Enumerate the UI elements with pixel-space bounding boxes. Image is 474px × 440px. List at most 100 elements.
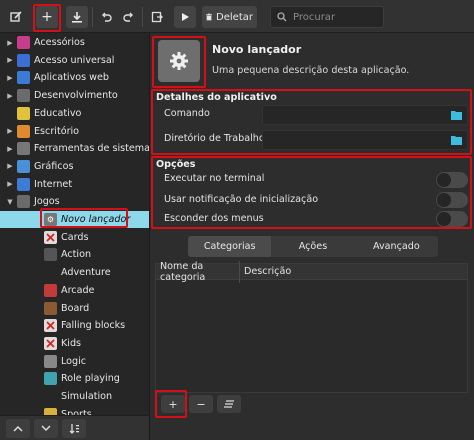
column-header-name[interactable]: Nome da categoria — [156, 260, 240, 283]
trash-icon — [206, 13, 213, 21]
sidebar-item-label: Logic — [61, 355, 87, 367]
sidebar-item-label: Desenvolvimento — [34, 90, 118, 102]
folder-icon[interactable] — [451, 135, 462, 145]
workdir-input[interactable] — [263, 131, 443, 149]
move-up-button[interactable] — [6, 419, 30, 438]
empty-icon — [44, 266, 57, 279]
games-icon — [17, 195, 30, 209]
tab-actions[interactable]: Ações — [271, 236, 354, 257]
sidebar-item[interactable]: Board — [0, 300, 149, 317]
sidebar-item[interactable]: Adventure — [0, 264, 149, 281]
column-header-description[interactable]: Descrição — [240, 266, 291, 277]
move-down-button[interactable] — [34, 419, 58, 438]
sidebar-item-label: Educativo — [34, 107, 82, 119]
toggle-terminal[interactable] — [436, 172, 468, 188]
sidebar-item[interactable]: Logic — [0, 353, 149, 370]
chevron-up-icon — [13, 425, 23, 432]
expander-down-icon[interactable]: ▼ — [6, 198, 14, 206]
sidebar-item[interactable]: Kids — [0, 335, 149, 352]
sidebar-item[interactable]: ▶ Gráficos — [0, 158, 149, 175]
delete-label: Deletar — [216, 11, 253, 23]
sidebar-item-label: Internet — [34, 178, 73, 190]
undo-icon[interactable] — [96, 6, 116, 28]
sidebar-item[interactable]: Arcade — [0, 282, 149, 299]
category-tree[interactable]: ▶ Acessórios ▶ Acesso universal ▶ Aplicativos… — [0, 33, 150, 415]
command-label: Comando — [164, 108, 210, 119]
sidebar-item[interactable]: ▶ Desenvolvimento — [0, 87, 149, 104]
remove-category-button[interactable]: − — [189, 395, 213, 413]
sidebar-item[interactable]: ▶ Escritório — [0, 123, 149, 140]
launcher-icon-button[interactable] — [158, 40, 200, 82]
add-category-button[interactable]: + — [161, 395, 185, 413]
options-section-title: Opções — [156, 159, 196, 170]
edit-icon[interactable] — [6, 6, 26, 28]
gear-icon: ⚙ — [44, 213, 57, 226]
delete-button[interactable]: Deletar — [202, 6, 257, 28]
workdir-field[interactable] — [262, 130, 468, 150]
sidebar-item[interactable]: ▼ Jogos — [0, 193, 149, 210]
sidebar-item[interactable]: Falling blocks — [0, 317, 149, 334]
gear-icon — [170, 52, 188, 70]
launcher-description[interactable]: Uma pequena descrição desta aplicação. — [212, 65, 409, 76]
search-box[interactable] — [270, 6, 384, 28]
expander-right-icon[interactable]: ▶ — [6, 127, 14, 135]
tab-advanced[interactable]: Avançado — [355, 236, 438, 257]
falling-blocks-icon — [44, 319, 57, 333]
categories-table[interactable]: Nome da categoria Descrição — [155, 260, 468, 393]
sidebar-item[interactable]: ▶ Acessórios — [0, 34, 149, 51]
graphics-icon — [17, 159, 30, 173]
folder-icon[interactable] — [451, 110, 462, 120]
expander-right-icon[interactable]: ▶ — [6, 145, 14, 153]
sidebar-item-label: Action — [61, 249, 92, 261]
toolbar-separator — [92, 7, 93, 27]
revert-icon[interactable] — [147, 6, 167, 28]
sidebar-item[interactable]: Action — [0, 246, 149, 263]
sidebar-item[interactable]: Role playing — [0, 370, 149, 387]
sidebar-item-label: Aplicativos web — [34, 72, 109, 84]
kids-icon — [44, 336, 57, 350]
table-header: Nome da categoria Descrição — [156, 260, 467, 283]
internet-icon — [17, 177, 30, 191]
sidebar-item[interactable]: Cards — [0, 229, 149, 246]
sidebar-item-label: Adventure — [61, 267, 111, 279]
toggle-hide-menus[interactable] — [436, 211, 468, 227]
toolbar-separator — [142, 7, 143, 27]
system-tools-icon — [16, 142, 30, 156]
sidebar-item[interactable]: Educativo — [0, 105, 149, 122]
sidebar-item[interactable]: ⚙ Novo lançador — [0, 211, 149, 228]
clear-icon — [224, 400, 234, 408]
expander-right-icon[interactable]: ▶ — [6, 162, 14, 170]
sidebar-item[interactable]: ▶ Internet — [0, 176, 149, 193]
command-field[interactable] — [262, 105, 468, 125]
expander-right-icon[interactable]: ▶ — [6, 74, 14, 82]
search-input[interactable] — [293, 11, 373, 23]
office-icon — [17, 124, 30, 138]
sidebar-item[interactable]: Sports — [0, 406, 149, 415]
tab-categories[interactable]: Categorias — [188, 236, 272, 257]
sort-button[interactable] — [62, 419, 86, 438]
education-icon — [17, 106, 30, 120]
command-input[interactable] — [263, 106, 443, 124]
new-launcher-button[interactable]: + — [36, 6, 58, 28]
expander-right-icon[interactable]: ▶ — [6, 39, 14, 47]
expander-right-icon[interactable]: ▶ — [6, 92, 14, 100]
development-icon — [17, 89, 30, 103]
search-icon — [277, 12, 287, 22]
sidebar-item-label: Escritório — [34, 125, 80, 137]
sidebar-item-label: Cards — [61, 231, 89, 243]
expander-right-icon[interactable]: ▶ — [6, 56, 14, 64]
clear-categories-button[interactable] — [217, 395, 241, 413]
sidebar-item-label: Arcade — [61, 284, 95, 296]
save-icon[interactable] — [66, 6, 88, 28]
sidebar-item-label: Jogos — [34, 196, 60, 208]
sidebar-item[interactable]: Simulation — [0, 388, 149, 405]
toggle-notification[interactable] — [436, 192, 468, 208]
launcher-name[interactable]: Novo lançador — [212, 43, 301, 56]
redo-icon[interactable] — [118, 6, 138, 28]
sidebar-item[interactable]: ▶ Ferramentas de sistema — [0, 140, 149, 157]
board-icon — [44, 301, 57, 315]
play-icon[interactable] — [174, 6, 196, 28]
sidebar-item[interactable]: ▶ Aplicativos web — [0, 69, 149, 86]
expander-right-icon[interactable]: ▶ — [6, 180, 14, 188]
sidebar-item[interactable]: ▶ Acesso universal — [0, 52, 149, 69]
